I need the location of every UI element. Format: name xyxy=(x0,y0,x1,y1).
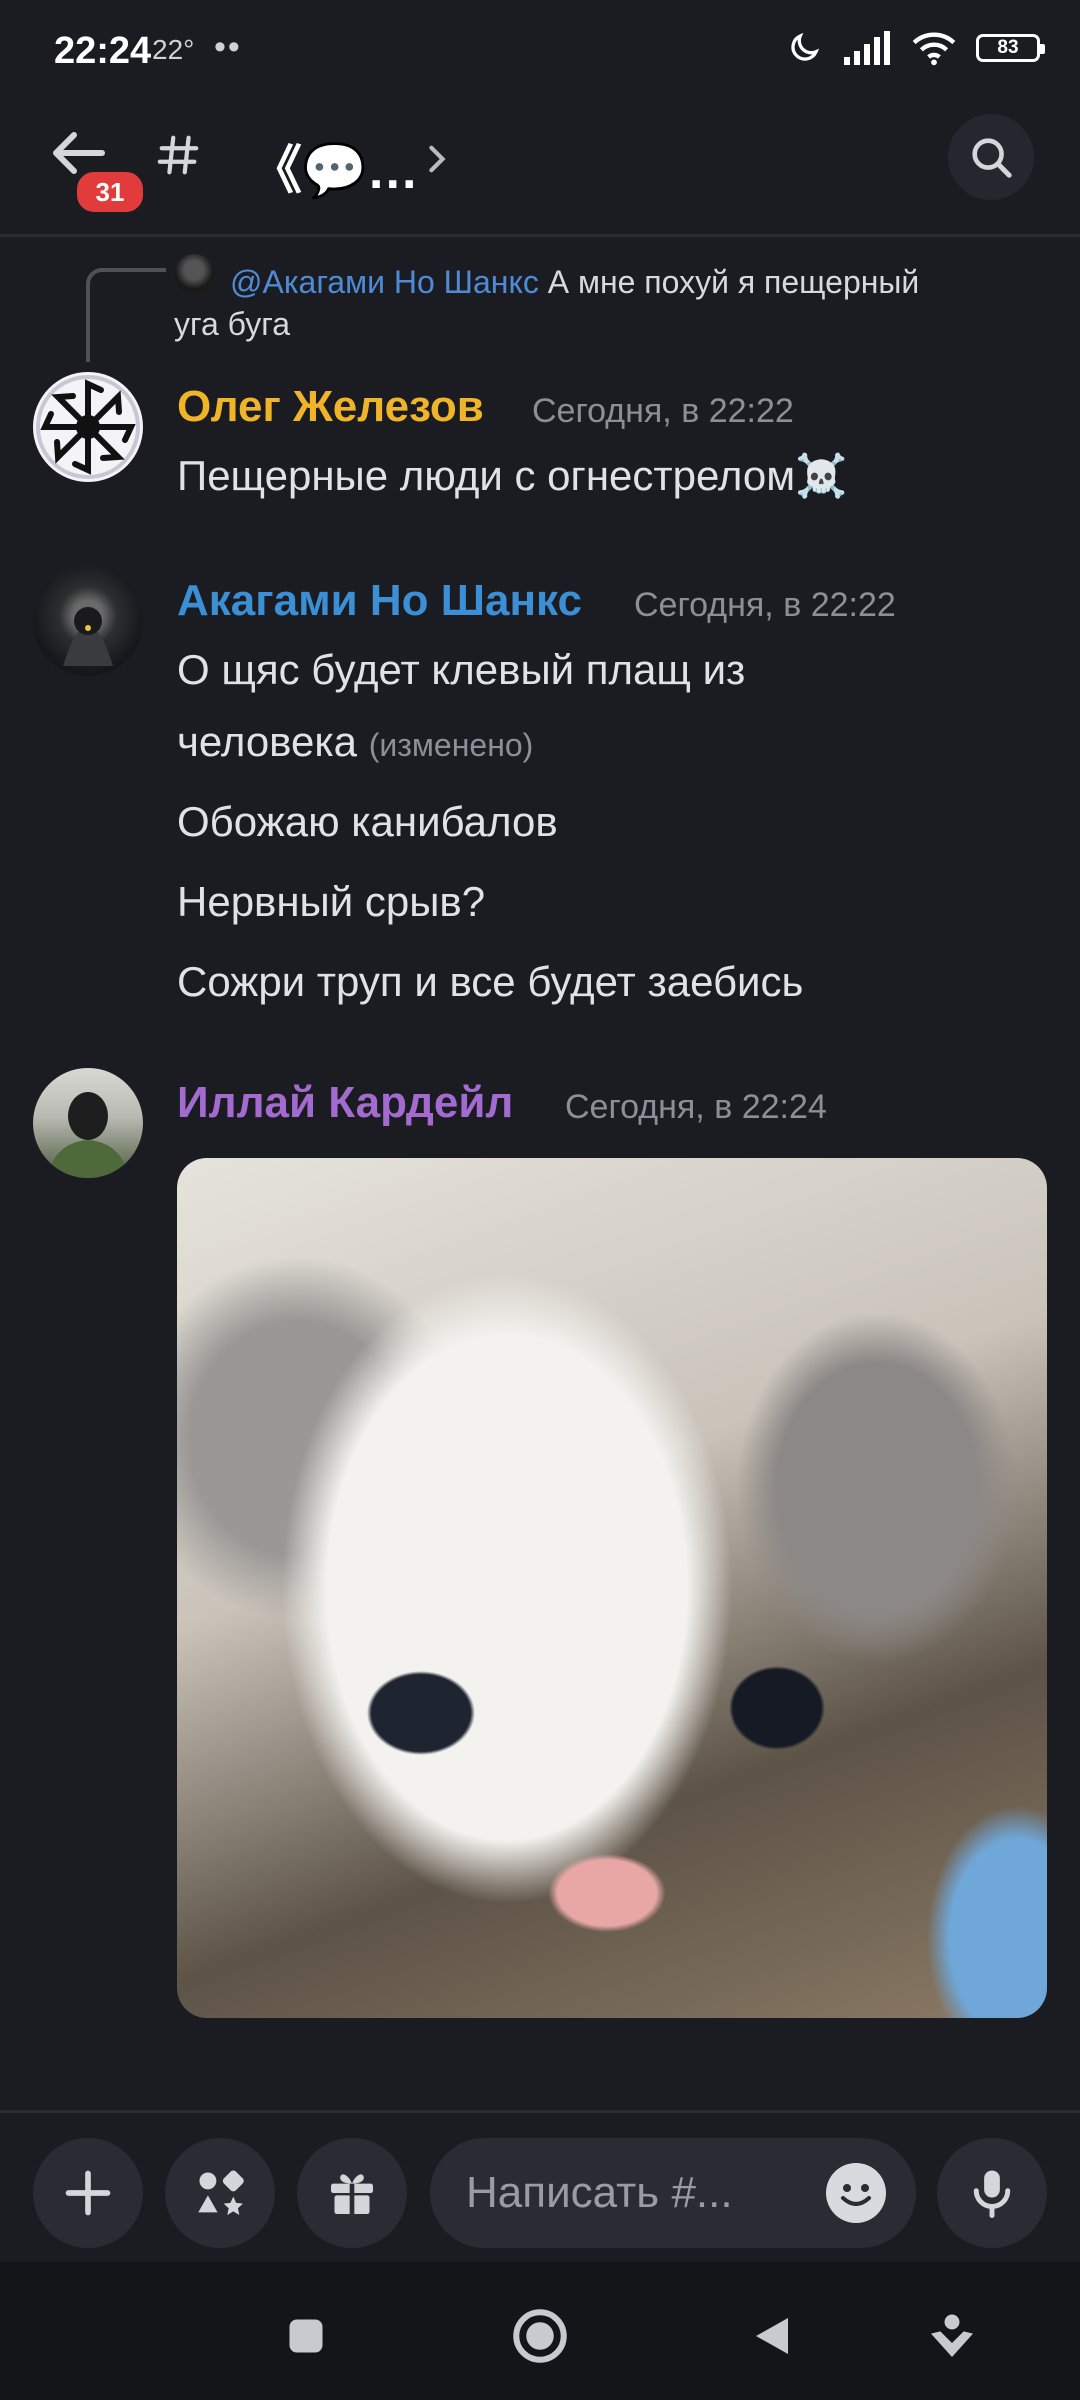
message-text: Обожаю канибалов xyxy=(177,798,558,845)
avatar-illay[interactable] xyxy=(33,1068,143,1178)
message-author[interactable]: Акагами Но Шанкс xyxy=(177,576,582,626)
message-text: человека (изменено) xyxy=(177,718,533,766)
edited-label: (изменено) xyxy=(368,727,534,763)
apps-icon xyxy=(198,2170,244,2215)
chevron-right-icon[interactable] xyxy=(424,144,450,174)
search-icon xyxy=(972,138,1012,178)
emoji-button[interactable] xyxy=(826,2163,886,2223)
reply-mention[interactable]: @Акагами Но Шанкс xyxy=(230,264,539,300)
message-input[interactable]: Написать #... xyxy=(430,2138,916,2248)
voice-button[interactable] xyxy=(937,2138,1047,2248)
message-text: Сожри труп и все будет заебись xyxy=(177,958,804,1005)
gift-icon xyxy=(331,2174,373,2214)
hashtag-icon xyxy=(157,135,199,175)
message-text-continued: человека xyxy=(177,718,358,765)
status-notification-dots-icon: •• xyxy=(214,28,242,66)
avatar-oleg[interactable] xyxy=(33,372,143,482)
moon-icon xyxy=(791,32,820,61)
add-button[interactable] xyxy=(33,2138,143,2248)
back-triangle-icon[interactable] xyxy=(748,2310,796,2362)
recents-square-icon[interactable] xyxy=(284,2314,328,2358)
microphone-icon xyxy=(973,2170,1011,2218)
reply-avatar[interactable] xyxy=(174,254,214,294)
search-button[interactable] xyxy=(948,114,1034,200)
assistant-gesture-icon[interactable] xyxy=(924,2308,980,2364)
black-sun-avatar-icon xyxy=(36,375,140,479)
wifi-icon xyxy=(912,32,956,66)
reply-preview[interactable]: @Акагами Но Шанкс А мне похуй я пещерный xyxy=(230,256,1050,308)
message-text: Пещерные люди с огнестрелом☠️ xyxy=(177,452,848,499)
status-temperature: 22° xyxy=(152,34,195,65)
signal-icon xyxy=(844,31,890,65)
channel-name[interactable]: 《💬… xyxy=(250,128,419,203)
message-input-placeholder: Написать #... xyxy=(466,2168,733,2217)
message-text: О щяс будет клевый плащ из xyxy=(177,646,746,693)
hooded-figure-avatar-icon xyxy=(63,607,113,666)
header-divider xyxy=(0,234,1080,237)
emoji-icon xyxy=(841,2184,871,2206)
reply-text: А мне похуй я пещерный xyxy=(547,264,920,300)
unread-badge: 31 xyxy=(74,169,146,215)
avatar-akagami[interactable] xyxy=(33,566,143,676)
apps-button[interactable] xyxy=(165,2138,275,2248)
reply-text-continued: уга буга xyxy=(174,306,291,342)
masked-person-avatar-icon xyxy=(48,1092,128,1178)
status-icons: 83 xyxy=(786,30,1045,66)
reply-connector xyxy=(86,268,166,362)
home-circle-icon[interactable] xyxy=(510,2306,570,2366)
image-attachment[interactable] xyxy=(177,1158,1047,2018)
composer-divider xyxy=(0,2110,1080,2113)
battery-indicator: 83 xyxy=(976,34,1045,62)
message-author[interactable]: Иллай Кардейл xyxy=(177,1078,513,1128)
message-timestamp: Сегодня, в 22:22 xyxy=(532,392,794,430)
gift-button[interactable] xyxy=(297,2138,407,2248)
message-timestamp: Сегодня, в 22:22 xyxy=(634,586,896,624)
plus-icon xyxy=(65,2170,111,2216)
status-time: 22:24 xyxy=(54,30,152,72)
message-text: Нервный срыв? xyxy=(177,878,486,925)
message-author[interactable]: Олег Железов xyxy=(177,382,484,432)
message-timestamp: Сегодня, в 22:24 xyxy=(565,1088,827,1126)
